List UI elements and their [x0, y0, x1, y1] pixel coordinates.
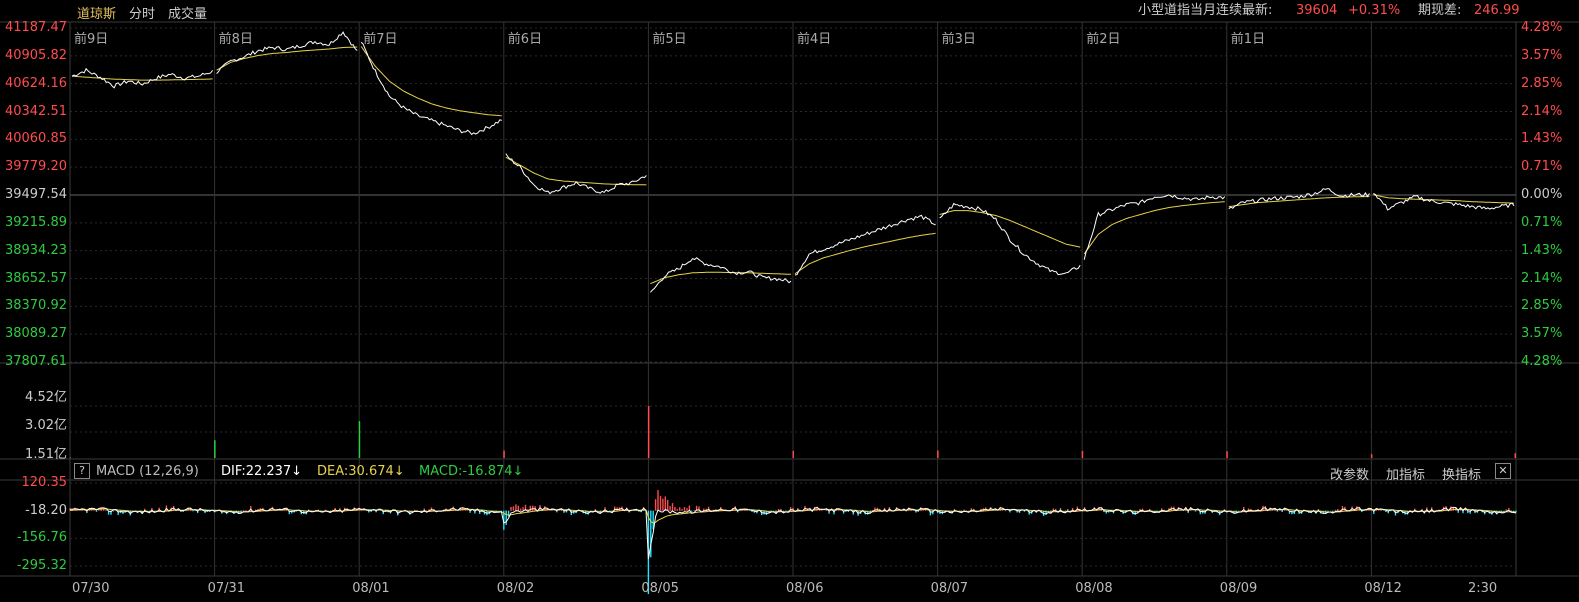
time-label: 08/07 [930, 581, 969, 596]
volume-bar [1514, 453, 1516, 458]
percent-tick: 4.28% [1521, 354, 1563, 369]
price-tick: 38089.27 [4, 326, 67, 342]
time-label: 08/01 [352, 581, 390, 596]
price-tick: 38934.23 [4, 242, 67, 258]
volume-bar [503, 450, 505, 458]
price-tick: 40905.82 [4, 47, 67, 63]
avg-price-line [505, 156, 647, 186]
price-line [939, 202, 1081, 276]
day-label: 前5日 [652, 32, 687, 47]
percent-tick: 4.28% [1521, 20, 1563, 35]
percent-tick: 1.43% [1521, 242, 1563, 258]
day-label: 前8日 [218, 32, 253, 47]
day-label: 前1日 [1230, 32, 1266, 47]
price-tick: 41187.47 [4, 20, 67, 35]
volume-bar [358, 421, 361, 458]
switch-indicator-button[interactable]: 换指标 [1442, 464, 1481, 483]
price-tick: 40060.85 [4, 131, 67, 147]
volume-bar [1081, 450, 1084, 458]
volume-bar [69, 457, 71, 458]
volume-bar [792, 450, 794, 458]
time-label: 2:30 [1468, 581, 1498, 596]
price-tick: 39215.89 [4, 214, 67, 230]
volume-tick: 1.51亿 [25, 447, 67, 462]
time-label: 08/05 [641, 581, 679, 596]
time-label: 07/30 [72, 581, 110, 596]
price-line [794, 214, 936, 276]
close-icon[interactable]: ✕ [1495, 463, 1511, 479]
percent-tick: 2.14% [1521, 103, 1563, 119]
macd-indicator-name[interactable]: MACD (12,26,9) [96, 464, 199, 480]
percent-tick: 2.14% [1521, 270, 1563, 286]
volume-tick: 3.02亿 [25, 418, 67, 433]
price-tick: 40624.16 [4, 75, 67, 91]
chart-canvas [0, 21, 1579, 595]
price-tick: 38652.57 [4, 270, 67, 286]
avg-price-line [794, 232, 936, 275]
edit-params-button[interactable]: 改参数 [1330, 464, 1369, 483]
price-tick: 39779.20 [4, 159, 67, 175]
macd-value: MACD:-16.874↓ [419, 464, 524, 479]
add-indicator-button[interactable]: 加指标 [1386, 464, 1425, 483]
chart-root: 道琼斯 分时 成交量 小型道指当月连续最新: 39604 +0.31% 期现差:… [0, 0, 1579, 602]
volume-tick: 4.52亿 [25, 390, 67, 405]
price-line [1083, 194, 1226, 260]
volume-bar [937, 450, 939, 458]
help-button[interactable]: ? [74, 463, 90, 479]
price-tick: 40342.51 [4, 103, 67, 119]
percent-tick: 0.00% [1521, 187, 1563, 202]
percent-tick: 0.71% [1521, 159, 1563, 175]
price-line [650, 257, 792, 293]
price-tick: 38370.92 [4, 298, 67, 314]
price-tick: 39497.54 [4, 187, 67, 202]
avg-price-line [360, 46, 502, 117]
price-line [1228, 188, 1370, 210]
time-label: 08/02 [496, 581, 535, 596]
avg-price-line [71, 75, 213, 81]
day-label: 前2日 [1086, 32, 1121, 47]
price-line [71, 67, 214, 89]
price-tick: 37807.61 [4, 354, 67, 369]
dif-value: DIF:22.237↓ [221, 464, 303, 479]
day-label: 前3日 [941, 32, 976, 47]
time-label: 08/09 [1219, 581, 1258, 596]
day-label: 前9日 [74, 32, 109, 47]
volume-bar [214, 440, 216, 458]
percent-tick: 1.43% [1521, 131, 1563, 147]
macd-tick: -295.32 [16, 558, 67, 573]
volume-bar [1370, 454, 1373, 458]
time-label: 07/31 [207, 581, 246, 596]
day-label: 前4日 [797, 32, 832, 47]
volume-bar [647, 406, 650, 458]
time-label: 08/06 [786, 581, 824, 596]
time-label: 08/08 [1075, 581, 1113, 596]
percent-tick: 3.57% [1521, 326, 1563, 342]
avg-price-line [216, 46, 358, 71]
volume-bar [1226, 451, 1228, 458]
dea-value: DEA:30.674↓ [317, 464, 405, 479]
price-line [1373, 193, 1515, 211]
macd-tick: 120.35 [21, 475, 68, 490]
day-label: 前7日 [363, 32, 398, 47]
percent-tick: 2.85% [1521, 298, 1563, 314]
percent-tick: 3.57% [1521, 47, 1563, 63]
percent-tick: 0.71% [1521, 214, 1563, 230]
price-line [505, 153, 647, 195]
avg-price-line [1083, 201, 1225, 255]
percent-tick: 2.85% [1521, 75, 1563, 91]
day-label: 前6日 [507, 32, 543, 47]
macd-tick: -18.20 [25, 502, 67, 518]
macd-tick: -156.76 [16, 530, 67, 546]
time-label: 08/12 [1364, 581, 1402, 596]
